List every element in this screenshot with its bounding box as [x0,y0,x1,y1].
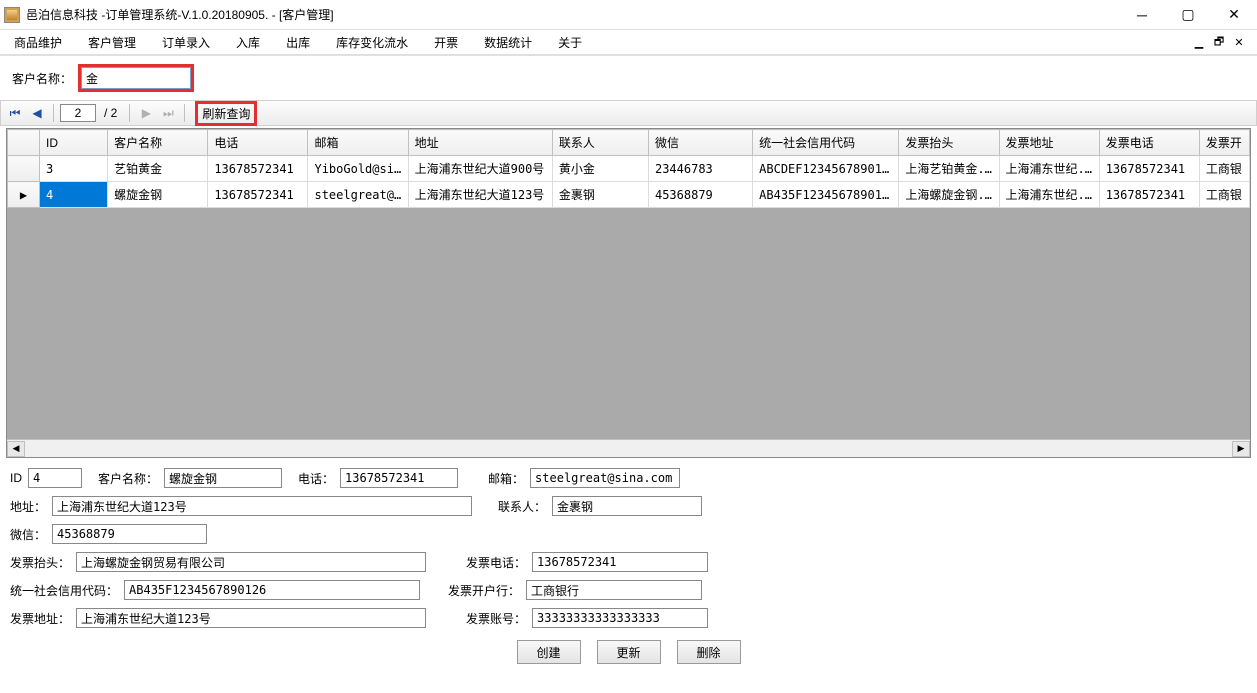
search-input[interactable] [81,67,191,89]
rowhead-col [8,130,40,156]
pager: ⏮ ◀ / 2 ▶ ⏭ 刷新查询 [0,100,1257,126]
lbl-mail: 邮箱： [488,470,524,487]
col-id[interactable]: ID [40,130,108,156]
field-tel[interactable] [340,468,458,488]
table-row[interactable]: 3 艺铂黄金 13678572341 YiboGold@sin... 上海浦东世… [8,156,1250,182]
search-label: 客户名称： [12,70,72,87]
mdi-close-icon[interactable]: ✕ [1231,34,1247,50]
field-code[interactable] [124,580,420,600]
lbl-contact: 联系人： [498,498,546,515]
scroll-left-icon[interactable]: ◀ [7,441,25,457]
field-name[interactable] [164,468,282,488]
lbl-invtel: 发票电话： [466,554,526,571]
search-row: 客户名称： [0,56,1257,100]
col-name[interactable]: 客户名称 [108,130,208,156]
pager-first-icon[interactable]: ⏮ [5,103,25,123]
grid-container: ID 客户名称 电话 邮箱 地址 联系人 微信 统一社会信用代码 发票抬头 发票… [6,128,1251,458]
lbl-code: 统一社会信用代码： [10,582,118,599]
col-wx[interactable]: 微信 [648,130,752,156]
col-mail[interactable]: 邮箱 [308,130,408,156]
maximize-button[interactable]: ▢ [1165,0,1211,30]
app-icon [4,7,20,23]
lbl-inv: 发票抬头： [10,554,70,571]
table-row[interactable]: ▶ 4 螺旋金钢 13678572341 steelgreat@s... 上海浦… [8,182,1250,208]
lbl-name: 客户名称： [98,470,158,487]
customer-grid[interactable]: ID 客户名称 电话 邮箱 地址 联系人 微信 统一社会信用代码 发票抬头 发票… [7,129,1250,439]
search-highlight [78,64,194,92]
titlebar: 邑泊信息科技 -订单管理系统-V.1.0.20180905. - [客户管理] … [0,0,1257,30]
menubar: 商品维护 客户管理 订单录入 入库 出库 库存变化流水 开票 数据统计 关于 ▁… [0,30,1257,54]
menu-about[interactable]: 关于 [554,32,586,53]
col-addr[interactable]: 地址 [408,130,552,156]
menu-outbound[interactable]: 出库 [282,32,314,53]
create-button[interactable]: 创建 [517,640,581,664]
col-bank[interactable]: 发票开 [1199,130,1249,156]
grid-hscrollbar[interactable]: ◀ ▶ [7,439,1250,457]
menu-invoice[interactable]: 开票 [430,32,462,53]
row-indicator [8,156,40,182]
menu-stock-flow[interactable]: 库存变化流水 [332,32,412,53]
menu-stats[interactable]: 数据统计 [480,32,536,53]
pager-last-icon: ⏭ [158,103,178,123]
field-acct[interactable] [532,608,708,628]
pager-page-input[interactable] [60,104,96,122]
lbl-invaddr: 发票地址： [10,610,70,627]
mdi-minimize-icon[interactable]: ▁ [1191,34,1207,50]
menu-products[interactable]: 商品维护 [10,32,66,53]
field-bank[interactable] [526,580,702,600]
close-button[interactable]: ✕ [1211,0,1257,30]
delete-button[interactable]: 删除 [677,640,741,664]
menu-customers[interactable]: 客户管理 [84,32,140,53]
lbl-tel: 电话： [298,470,334,487]
field-wx[interactable] [52,524,207,544]
field-invtel[interactable] [532,552,708,572]
field-id[interactable] [28,468,82,488]
lbl-addr: 地址： [10,498,46,515]
field-inv[interactable] [76,552,426,572]
field-contact[interactable] [552,496,702,516]
col-inv[interactable]: 发票抬头 [899,130,999,156]
window-title: 邑泊信息科技 -订单管理系统-V.1.0.20180905. - [客户管理] [26,6,1119,23]
lbl-id: ID [10,471,22,485]
field-addr[interactable] [52,496,472,516]
lbl-acct: 发票账号： [466,610,526,627]
mdi-restore-icon[interactable]: 🗗 [1211,34,1227,50]
pager-next-icon: ▶ [136,103,156,123]
update-button[interactable]: 更新 [597,640,661,664]
menu-order-entry[interactable]: 订单录入 [158,32,214,53]
col-tel[interactable]: 电话 [208,130,308,156]
field-mail[interactable] [530,468,680,488]
col-invtel[interactable]: 发票电话 [1099,130,1199,156]
menu-inbound[interactable]: 入库 [232,32,264,53]
minimize-button[interactable]: ─ [1119,0,1165,30]
lbl-bank: 发票开户行： [448,582,520,599]
field-invaddr[interactable] [76,608,426,628]
scroll-right-icon[interactable]: ▶ [1232,441,1250,457]
row-indicator: ▶ [8,182,40,208]
pager-prev-icon[interactable]: ◀ [27,103,47,123]
col-code[interactable]: 统一社会信用代码 [753,130,899,156]
col-invaddr[interactable]: 发票地址 [999,130,1099,156]
refresh-query-button[interactable]: 刷新查询 [195,101,257,126]
lbl-wx: 微信： [10,526,46,543]
col-contact[interactable]: 联系人 [552,130,648,156]
detail-panel: ID 客户名称： 电话： 邮箱： 地址： 联系人： 微信： 发票抬头： 发票电话… [0,458,1257,674]
pager-total: / 2 [104,106,117,120]
